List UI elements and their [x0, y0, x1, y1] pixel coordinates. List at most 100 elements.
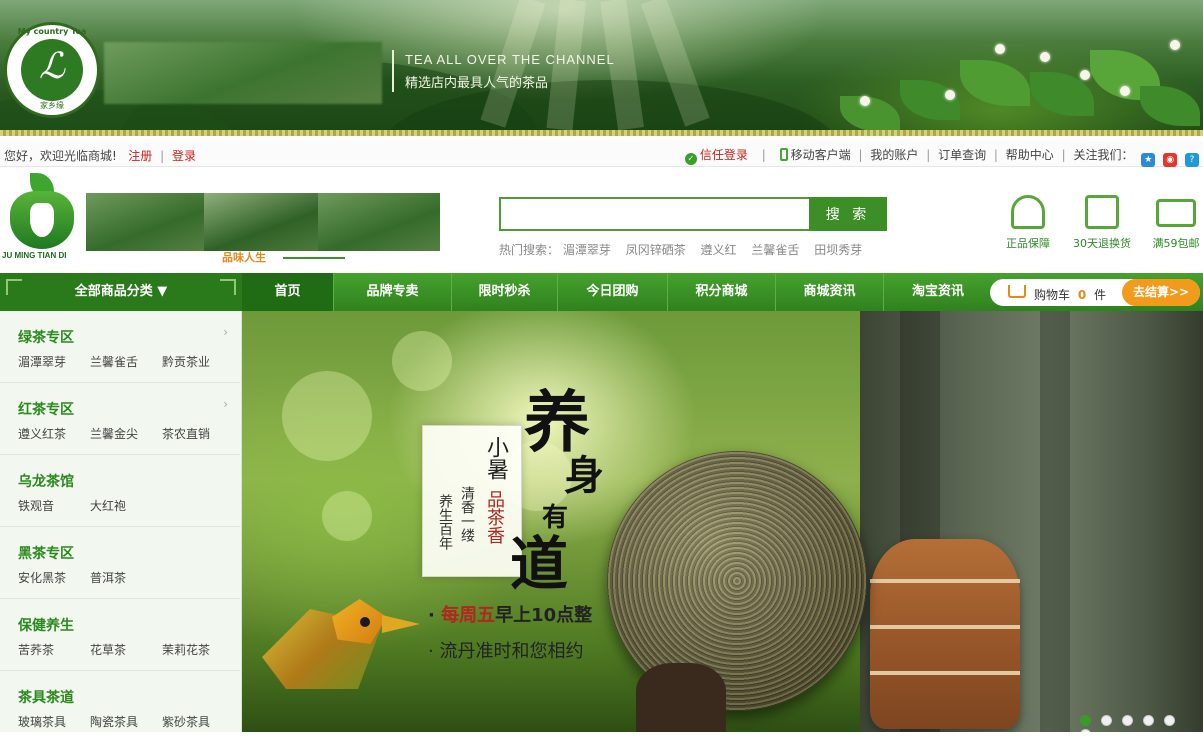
subcategory-link[interactable]: 花草茶 [90, 641, 126, 658]
hand-image [636, 663, 726, 732]
carousel-dot[interactable] [1080, 715, 1091, 726]
hot-keyword[interactable]: 兰馨雀舌 [751, 243, 799, 257]
card-highlight: 品茶香 [484, 490, 505, 544]
divider: | [761, 148, 766, 162]
qq-icon[interactable]: ? [1185, 153, 1199, 167]
shopping-cart[interactable]: 购物车 0 件 去结算>> [990, 279, 1200, 306]
order-query-link[interactable]: 订单查询 [938, 148, 986, 162]
category-health[interactable]: 保健养生 苦荞茶 花草茶 茉莉花茶 [0, 599, 240, 671]
trust-icon: ✓ [684, 153, 697, 165]
carousel-dot[interactable] [1122, 715, 1133, 726]
banner-brand-redacted [104, 42, 382, 104]
nav-item-mall-news[interactable]: 商城资讯 [776, 273, 884, 311]
subcategory-link[interactable]: 茉莉花茶 [162, 641, 210, 658]
thumbs-up-icon [1011, 195, 1045, 229]
subcategory-link[interactable]: 安化黑茶 [18, 569, 66, 586]
cart-icon [1008, 285, 1026, 298]
carousel-dot[interactable] [1143, 715, 1154, 726]
guarantee-label: 30天退换货 [1073, 237, 1131, 250]
category-title[interactable]: 茶具茶道 [18, 687, 74, 707]
origami-bird-image [242, 569, 422, 709]
category-black-tea[interactable]: 红茶专区 › 遵义红茶 兰馨金尖 茶农直销 [0, 383, 240, 455]
banner-divider [392, 50, 394, 92]
checkout-button[interactable]: 去结算>> [1122, 279, 1200, 306]
hero-carousel[interactable]: 小暑 品茶香 清香一缕 养生百年 养 身 有 道 · 每周五早上10点整 · 流… [242, 311, 1203, 732]
guarantee-shipping[interactable]: 满59包邮 [1136, 195, 1203, 251]
category-title[interactable]: 红茶专区 [18, 399, 74, 419]
hot-searches: 热门搜索： 湄潭翠芽 凤冈锌硒茶 遵义红 兰馨雀舌 田坝秀芽 [499, 241, 873, 258]
subcategory-link[interactable]: 遵义红茶 [18, 425, 66, 442]
cart-unit: 件 [1094, 288, 1107, 302]
category-teaware[interactable]: 茶具茶道 玻璃茶具 陶瓷茶具 紫砂茶具 [0, 671, 240, 743]
tagline-text: 早上10点整 [495, 605, 593, 626]
subcategory-link[interactable]: 苦荞茶 [18, 641, 54, 658]
search-input[interactable] [499, 197, 809, 231]
category-oolong[interactable]: 乌龙茶馆 铁观音 大红袍 [0, 455, 240, 527]
banner-tagline-cn: 精选店内最具人气的茶品 [405, 76, 549, 91]
subcategory-link[interactable]: 黔贡茶业 [162, 353, 210, 370]
subcategory-link[interactable]: 茶农直销 [162, 425, 210, 442]
category-dark-tea[interactable]: 黑茶专区 安化黑茶 普洱茶 [0, 527, 240, 599]
subcategory-link[interactable]: 紫砂茶具 [162, 713, 210, 730]
subcategory-link[interactable]: 大红袍 [90, 497, 126, 514]
carousel-dot[interactable] [1164, 715, 1175, 726]
divider: | [993, 148, 998, 162]
hot-keyword[interactable]: 遵义红 [701, 243, 737, 257]
category-title[interactable]: 绿茶专区 [18, 327, 74, 347]
calligraphy-char: 身 [564, 452, 604, 499]
my-account-link[interactable]: 我的账户 [870, 148, 918, 162]
nav-item-home[interactable]: 首页 [242, 273, 334, 311]
site-logo[interactable]: JU MING TIAN DI [2, 173, 82, 263]
subcategory-link[interactable]: 兰馨雀舌 [90, 353, 138, 370]
divider: | [858, 148, 863, 162]
guarantee-return[interactable]: 30天退换货 [1062, 195, 1142, 251]
hot-keyword[interactable]: 凤冈锌硒茶 [626, 243, 686, 257]
category-title[interactable]: 乌龙茶馆 [18, 471, 74, 491]
cart-summary: 购物车 0 件 [1034, 286, 1106, 303]
subcategory-link[interactable]: 玻璃茶具 [18, 713, 66, 730]
card-line: 清香一缕 [459, 486, 475, 542]
hero-tagline-2: · 流丹准时和您相约 [428, 641, 584, 662]
top-banner: My country Tea ℒ 家乡缘 TEA ALL OVER THE CH… [0, 0, 1203, 136]
hero-tagline-1: · 每周五早上10点整 [428, 601, 592, 627]
promo-card: 小暑 品茶香 清香一缕 养生百年 [422, 425, 522, 577]
nav-item-brands[interactable]: 品牌专卖 [334, 273, 452, 311]
subcategory-link[interactable]: 普洱茶 [90, 569, 126, 586]
qzone-icon[interactable]: ★ [1141, 153, 1156, 167]
category-title[interactable]: 保健养生 [18, 615, 74, 635]
help-center-link[interactable]: 帮助中心 [1006, 148, 1054, 162]
all-categories-button[interactable]: 全部商品分类 ▼ [0, 273, 242, 311]
header: JU MING TIAN DI 品味人生 搜 索 热门搜索： 湄潭翠芽 凤冈锌硒… [0, 167, 1203, 271]
header-brand-redacted [86, 193, 204, 251]
subcategory-link[interactable]: 兰馨金尖 [90, 425, 138, 442]
mobile-client-link[interactable]: 移动客户端 [791, 148, 851, 162]
hot-keyword[interactable]: 田坝秀芽 [814, 243, 862, 257]
trust-login-link[interactable]: 信任登录 [700, 148, 748, 162]
cart-count: 0 [1077, 288, 1087, 302]
subcategory-link[interactable]: 陶瓷茶具 [90, 713, 138, 730]
nav-item-flash-sale[interactable]: 限时秒杀 [452, 273, 558, 311]
nav-item-points-mall[interactable]: 积分商城 [668, 273, 776, 311]
divider: | [160, 149, 165, 163]
login-link[interactable]: 登录 [172, 149, 196, 163]
brand-emblem[interactable]: My country Tea ℒ 家乡缘 [4, 22, 100, 118]
category-green-tea[interactable]: 绿茶专区 › 湄潭翠芽 兰馨雀舌 黔贡茶业 [0, 311, 240, 383]
carousel-dot[interactable] [1101, 715, 1112, 726]
emblem-bottom-text: 家乡缘 [40, 101, 64, 110]
subcategory-link[interactable]: 铁观音 [18, 497, 54, 514]
truck-icon [1156, 199, 1196, 227]
weibo-icon[interactable]: ◉ [1163, 153, 1178, 167]
nav-item-group-buy[interactable]: 今日团购 [558, 273, 668, 311]
nav-item-taobao-news[interactable]: 淘宝资讯 [884, 273, 992, 311]
register-link[interactable]: 注册 [128, 149, 152, 163]
subcategory-link[interactable]: 湄潭翠芽 [18, 353, 66, 370]
category-title[interactable]: 黑茶专区 [18, 543, 74, 563]
guarantee-authentic[interactable]: 正品保障 [988, 195, 1068, 251]
guarantee-label: 满59包邮 [1152, 237, 1200, 250]
banner-tagline-en: TEA ALL OVER THE CHANNEL [405, 52, 615, 67]
chevron-right-icon: › [223, 397, 228, 411]
hot-keyword[interactable]: 湄潭翠芽 [563, 243, 611, 257]
top-bar: 您好，欢迎光临商城! 注册 | 登录 ✓ 信任登录 | 移动客户端 | 我的账户 … [0, 141, 1203, 167]
header-slogan: 品味人生 [222, 251, 266, 264]
search-button[interactable]: 搜 索 [809, 197, 887, 231]
